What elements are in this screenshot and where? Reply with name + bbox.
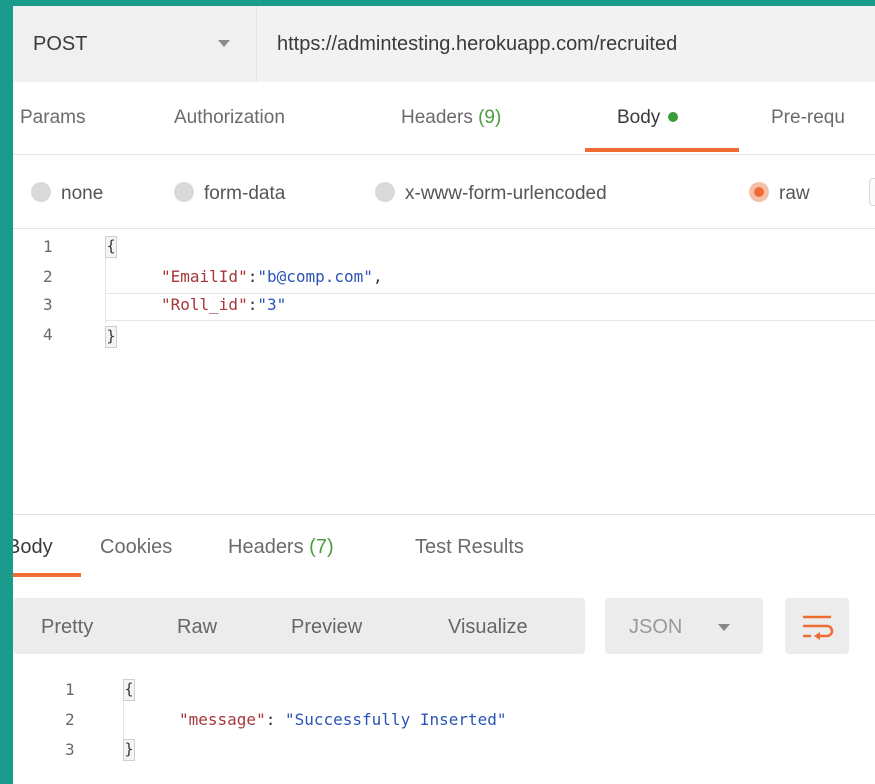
response-tab-cookies[interactable]: Cookies (100, 536, 172, 559)
tab-label: Params (20, 107, 86, 128)
response-tab-headers[interactable]: Headers (7) (228, 536, 334, 559)
body-type-options: none form-data x-www-form-urlencoded raw (13, 156, 875, 229)
line-number: 1 (43, 237, 53, 256)
radio-raw[interactable]: raw (749, 182, 810, 206)
tab-params[interactable]: Params (20, 102, 85, 150)
tab-label: Pre-requ (771, 107, 845, 128)
response-tabs: Body Cookies Headers (7) Test Results (13, 516, 875, 578)
format-select[interactable]: JSON (605, 598, 763, 654)
view-mode-pretty[interactable]: Pretty (41, 616, 93, 639)
tab-headers[interactable]: Headers (9) (401, 102, 501, 150)
code-line-message: "message": "Successfully Inserted" (179, 710, 507, 732)
radio-form-data[interactable]: form-data (174, 182, 285, 206)
tab-count-badge: (9) (478, 107, 502, 128)
request-body-editor[interactable]: 1 2 3 4 { "EmailId":"b@comp.com", "Roll_… (13, 229, 875, 514)
tab-label: Test Results (415, 536, 524, 558)
json-value: "Successfully Inserted" (284, 710, 507, 729)
view-mode-visualize[interactable]: Visualize (448, 616, 528, 639)
active-response-tab-indicator (13, 573, 81, 577)
radio-x-www-form-urlencoded[interactable]: x-www-form-urlencoded (375, 182, 607, 206)
tab-pre-request-script[interactable]: Pre-requ (771, 102, 845, 150)
radio-label: form-data (204, 183, 286, 204)
tab-count-badge: (7) (309, 536, 334, 558)
json-comma: , (372, 267, 383, 286)
response-tab-body[interactable]: Body (13, 536, 53, 559)
radio-selected-icon[interactable] (749, 182, 769, 202)
chevron-down-icon[interactable] (218, 40, 230, 47)
tab-label: Body (617, 107, 661, 128)
request-tabs: Params Authorization Headers (9) Body Pr… (13, 102, 875, 155)
url-text[interactable]: https://admintesting.herokuapp.com/recru… (277, 33, 677, 56)
response-divider[interactable] (13, 514, 875, 515)
response-body-viewer[interactable]: 1 2 3 { "message": "Successfully Inserte… (13, 676, 875, 784)
open-brace: { (105, 236, 117, 258)
method-label: POST (33, 33, 88, 55)
method-select[interactable]: POST (13, 6, 257, 82)
close-brace: } (123, 739, 135, 761)
radio-label: raw (779, 183, 810, 204)
format-label: JSON (629, 616, 683, 638)
radio-label: x-www-form-urlencoded (405, 183, 607, 204)
chevron-down-icon[interactable] (718, 624, 730, 631)
app-panel: POST https://admintesting.herokuapp.com/… (13, 6, 875, 784)
line-number: 3 (65, 740, 75, 759)
radio-circle-icon[interactable] (375, 182, 395, 202)
open-brace: { (123, 679, 135, 701)
tab-label: Body (13, 536, 53, 558)
url-input[interactable]: https://admintesting.herokuapp.com/recru… (257, 6, 875, 82)
tab-label: Authorization (174, 107, 285, 128)
json-key: "EmailId" (161, 267, 248, 286)
view-mode-preview[interactable]: Preview (291, 616, 362, 639)
line-number: 3 (43, 295, 53, 314)
tab-body[interactable]: Body (617, 102, 679, 150)
response-tab-test-results[interactable]: Test Results (415, 536, 524, 559)
binary-radio-edge[interactable] (869, 178, 875, 206)
view-mode-segmented-control: Pretty Raw Preview Visualize (13, 598, 585, 654)
active-tab-indicator (585, 148, 739, 152)
status-dot-icon (668, 112, 679, 122)
radio-none[interactable]: none (31, 182, 103, 206)
json-value: "3" (257, 295, 287, 314)
json-key: "Roll_id" (161, 295, 248, 314)
window-frame-left (0, 0, 13, 784)
response-toolbar: Pretty Raw Preview Visualize JSON (13, 598, 875, 656)
json-key: "message" (179, 710, 266, 729)
code-line-emailid: "EmailId":"b@comp.com", (161, 267, 383, 289)
wrap-lines-button[interactable] (785, 598, 849, 654)
code-line-roll-id: "Roll_id":"3" (161, 295, 286, 317)
close-brace: } (105, 326, 117, 348)
view-mode-raw[interactable]: Raw (177, 616, 217, 639)
request-bar: POST https://admintesting.herokuapp.com/… (13, 6, 875, 82)
line-number: 2 (43, 267, 53, 286)
json-separator: : (247, 267, 258, 286)
line-number: 2 (65, 710, 75, 729)
tab-label: Headers (228, 536, 304, 558)
radio-circle-icon[interactable] (31, 182, 51, 202)
tab-authorization[interactable]: Authorization (174, 102, 285, 150)
json-value: "b@comp.com" (257, 267, 373, 286)
line-number: 4 (43, 325, 53, 344)
json-separator: : (247, 295, 258, 314)
json-separator: : (265, 710, 285, 729)
radio-circle-icon[interactable] (174, 182, 194, 202)
tab-label: Cookies (100, 536, 173, 558)
wrap-lines-icon (803, 615, 834, 640)
tab-label: Headers (401, 107, 473, 128)
line-number: 1 (65, 680, 75, 699)
radio-label: none (61, 183, 104, 204)
